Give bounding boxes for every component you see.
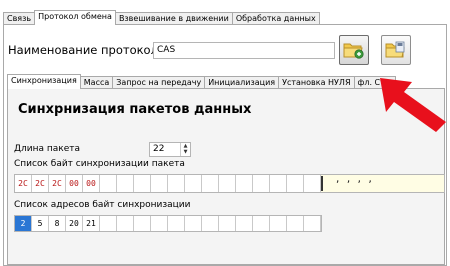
sync-addresses-grid[interactable]: 2 5 8 20 21 — [14, 215, 322, 232]
sync-address-cell[interactable] — [304, 216, 321, 231]
sync-address-cell[interactable] — [202, 216, 219, 231]
packet-length-label: Длина пакета — [14, 144, 81, 154]
sync-byte-cell[interactable] — [134, 175, 151, 192]
sync-byte-cell[interactable] — [253, 175, 270, 192]
protocol-name-input[interactable]: CAS — [153, 42, 335, 59]
sync-byte-cell[interactable] — [100, 175, 117, 192]
folder-open-icon — [343, 43, 364, 59]
sync-address-cell[interactable]: 20 — [66, 216, 83, 231]
sync-address-cell[interactable] — [287, 216, 304, 231]
sync-byte-cell[interactable] — [117, 175, 134, 192]
top-tab-strip: Связь Протокол обмена Взвешивание в движ… — [3, 10, 320, 25]
spin-down-icon[interactable]: ▼ — [181, 149, 190, 155]
text-cursor — [321, 176, 323, 191]
sync-byte-cell[interactable] — [304, 175, 321, 192]
sync-address-cell[interactable] — [185, 216, 202, 231]
sync-bytes-grid[interactable]: 2C 2C 2C 00 00 , , , , — [14, 174, 445, 193]
sync-byte-cell[interactable] — [270, 175, 287, 192]
tab-exchange-protocol[interactable]: Протокол обмена — [34, 10, 116, 25]
sync-address-cell[interactable]: 5 — [32, 216, 49, 231]
sync-addresses-label: Список адресов байт синхронизации — [14, 200, 191, 210]
sync-address-cell[interactable] — [117, 216, 134, 231]
sync-address-cell[interactable] — [134, 216, 151, 231]
sync-address-cell[interactable] — [219, 216, 236, 231]
tab-synchronization[interactable]: Синхронизация — [7, 74, 81, 89]
sync-address-cell[interactable] — [236, 216, 253, 231]
save-protocol-button[interactable] — [381, 35, 411, 65]
sync-address-cell[interactable] — [151, 216, 168, 231]
sync-byte-cell[interactable]: 2C — [32, 175, 49, 192]
sync-byte-cell[interactable] — [202, 175, 219, 192]
protocol-name-label: Наименование протокола — [8, 43, 165, 57]
sync-address-cell[interactable] — [253, 216, 270, 231]
sync-byte-cell[interactable]: 2C — [15, 175, 32, 192]
sync-byte-cell[interactable] — [219, 175, 236, 192]
sync-address-cell[interactable]: 2 — [15, 216, 32, 231]
sync-byte-cell[interactable] — [168, 175, 185, 192]
sync-bytes-label: Список байт синхронизации пакета — [14, 159, 185, 169]
sync-bytes-ascii: , , , , — [321, 175, 444, 192]
sync-byte-cell[interactable] — [151, 175, 168, 192]
sync-byte-cell[interactable] — [185, 175, 202, 192]
sub-tab-strip: Синхронизация Масса Запрос на передачу И… — [7, 74, 397, 89]
sync-byte-cell[interactable]: 00 — [83, 175, 100, 192]
sync-address-cell[interactable]: 21 — [83, 216, 100, 231]
sync-address-cell[interactable] — [100, 216, 117, 231]
spinner-arrows[interactable]: ▲ ▼ — [180, 143, 190, 156]
sync-address-cell[interactable]: 8 — [49, 216, 66, 231]
sync-byte-cell[interactable]: 00 — [66, 175, 83, 192]
sync-byte-cell[interactable] — [236, 175, 253, 192]
sync-address-cell[interactable] — [270, 216, 287, 231]
folder-save-icon — [385, 41, 405, 58]
section-title: Синхрнизация пакетов данных — [18, 102, 252, 117]
sync-bytes-ascii-text: , , , , — [335, 175, 373, 185]
sync-address-cell[interactable] — [168, 216, 185, 231]
sync-byte-cell[interactable] — [287, 175, 304, 192]
packet-length-spinner[interactable]: 22 ▲ ▼ — [149, 142, 191, 157]
packet-length-value: 22 — [153, 144, 165, 154]
red-arrow-annotation — [380, 78, 446, 132]
open-protocol-button[interactable] — [339, 35, 369, 65]
sync-byte-cell[interactable]: 2C — [49, 175, 66, 192]
